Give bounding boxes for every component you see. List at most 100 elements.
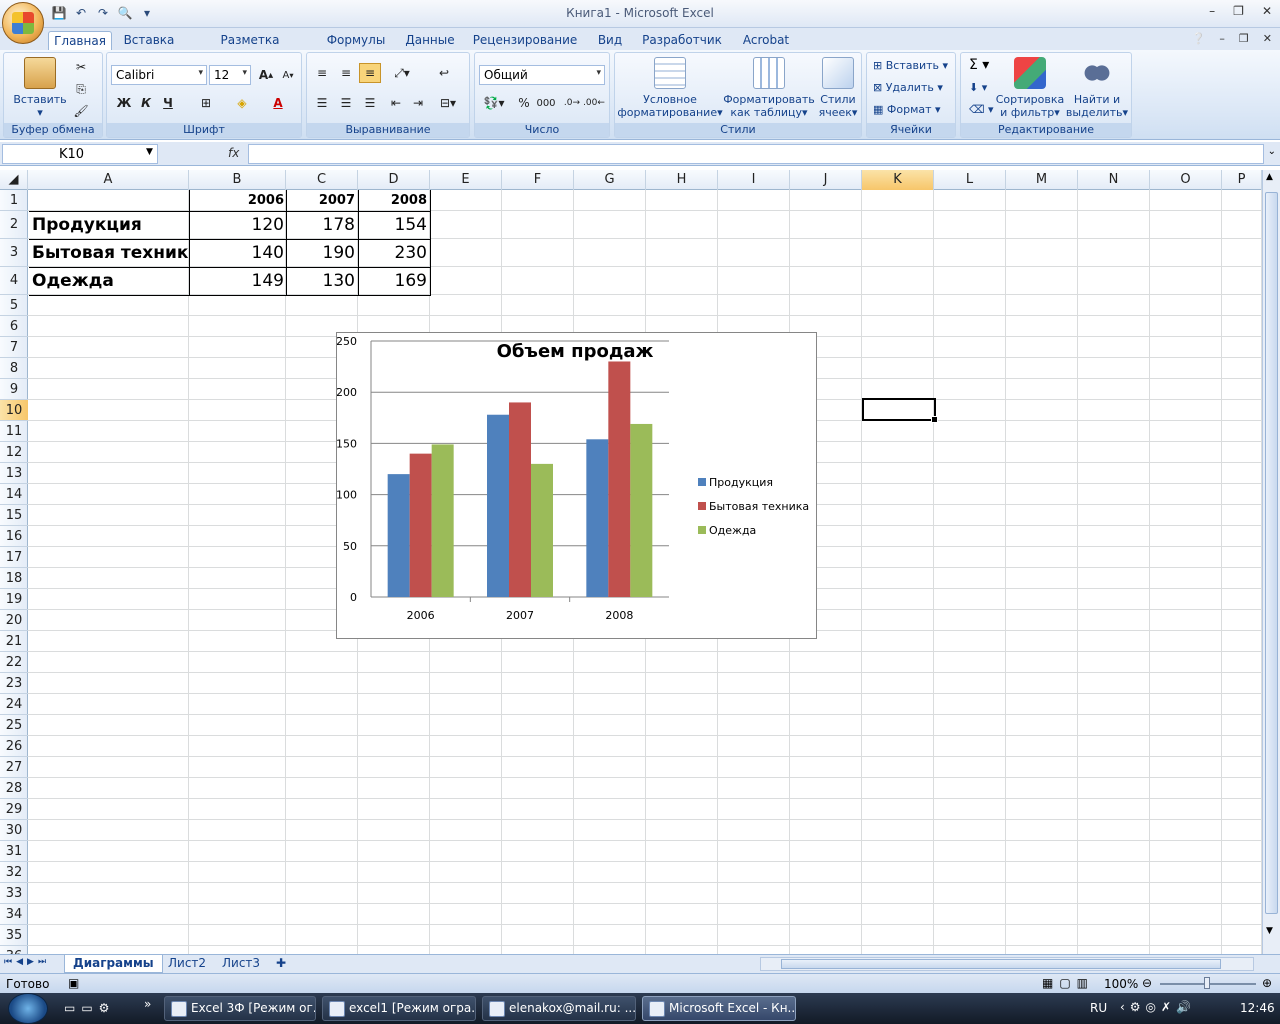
help-icon[interactable]: ❔ (1192, 32, 1206, 45)
align-middle-icon[interactable]: ≡ (335, 63, 357, 83)
row-header-10[interactable]: 10 (0, 400, 28, 421)
column-header-C[interactable]: C (286, 170, 358, 190)
chart-object[interactable]: 0 50 100 150 200 250 2006 2007 2008 Объем продаж П… (336, 332, 817, 639)
row-header-12[interactable]: 12 (0, 442, 28, 463)
tab-insert[interactable]: Вставка (118, 31, 180, 50)
row-header-13[interactable]: 13 (0, 463, 28, 484)
align-left-icon[interactable]: ☰ (311, 93, 333, 113)
insert-function-icon[interactable]: fx (228, 146, 239, 160)
italic-button[interactable]: К (135, 93, 157, 113)
row-header-4[interactable]: 4 (0, 267, 28, 295)
format-as-table-button[interactable]: Форматировать как таблицу▾ (723, 57, 815, 119)
currency-icon[interactable]: 💱▾ (479, 93, 509, 113)
number-format-select[interactable]: Общий (479, 65, 605, 85)
doc-minimize-icon[interactable]: – (1219, 32, 1225, 45)
restore-icon[interactable]: ❐ (1233, 4, 1244, 18)
quick-launch-more-icon[interactable]: » (144, 997, 151, 1011)
sheet-tab-list3[interactable]: Лист3 (214, 955, 268, 973)
column-header-L[interactable]: L (934, 170, 1006, 190)
decrease-indent-icon[interactable]: ⇤ (385, 93, 407, 113)
quick-launch-icons[interactable]: ▭▭⚙ (64, 1001, 115, 1015)
row-header-25[interactable]: 25 (0, 715, 28, 736)
merge-cells-icon[interactable]: ⊟▾ (433, 93, 463, 113)
cell-B4[interactable]: 149 (190, 268, 286, 295)
cell-C4[interactable]: 130 (287, 268, 357, 295)
cell-B1[interactable]: 2006 (190, 190, 286, 211)
align-bottom-icon[interactable]: ≡ (359, 63, 381, 83)
scroll-up-icon[interactable]: ▲ (1266, 172, 1273, 182)
scroll-down-icon[interactable]: ▼ (1266, 926, 1273, 936)
increase-decimal-icon[interactable]: .0→ (561, 93, 583, 113)
tab-review[interactable]: Рецензирование (470, 31, 580, 50)
office-button[interactable] (2, 2, 44, 44)
row-header-7[interactable]: 7 (0, 337, 28, 358)
row-header-26[interactable]: 26 (0, 736, 28, 757)
row-header-17[interactable]: 17 (0, 547, 28, 568)
thousands-button[interactable]: 000 (535, 93, 557, 113)
start-button[interactable] (8, 993, 48, 1024)
macro-record-icon[interactable]: ▣ (68, 976, 79, 990)
cell-D4[interactable]: 169 (359, 268, 429, 295)
row-header-21[interactable]: 21 (0, 631, 28, 652)
active-cell-K10[interactable] (862, 398, 938, 423)
row-header-22[interactable]: 22 (0, 652, 28, 673)
tab-formulas[interactable]: Формулы (322, 31, 390, 50)
row-header-28[interactable]: 28 (0, 778, 28, 799)
cell-A2[interactable]: Продукция (30, 212, 188, 239)
sheet-tab-list2[interactable]: Лист2 (160, 955, 214, 973)
column-header-O[interactable]: O (1150, 170, 1222, 190)
font-color-icon[interactable]: A (267, 93, 289, 113)
column-header-F[interactable]: F (502, 170, 574, 190)
zoom-out-icon[interactable]: ⊖ (1142, 976, 1152, 990)
conditional-formatting-button[interactable]: Условное форматирование▾ (617, 57, 723, 119)
horizontal-scroll-thumb[interactable] (781, 959, 1221, 969)
grow-font-icon[interactable]: A ▴ (255, 65, 277, 85)
column-header-B[interactable]: B (189, 170, 286, 190)
column-header-J[interactable]: J (790, 170, 862, 190)
orientation-icon[interactable]: ⤢▾ (387, 63, 417, 83)
name-box[interactable]: K10 (2, 144, 158, 164)
row-header-14[interactable]: 14 (0, 484, 28, 505)
row-header-20[interactable]: 20 (0, 610, 28, 631)
close-icon[interactable]: ✕ (1262, 4, 1272, 18)
row-header-5[interactable]: 5 (0, 295, 28, 316)
column-header-M[interactable]: M (1006, 170, 1078, 190)
taskbar-item-excel3f[interactable]: Excel 3Ф [Режим ог... (164, 996, 316, 1021)
tab-home[interactable]: Главная (48, 31, 112, 50)
cell-D1[interactable]: 2008 (359, 190, 429, 211)
column-header-G[interactable]: G (574, 170, 646, 190)
row-header-27[interactable]: 27 (0, 757, 28, 778)
underline-button[interactable]: Ч (157, 93, 179, 113)
cell-C1[interactable]: 2007 (287, 190, 357, 211)
delete-cells-button[interactable]: ⊠ Удалить ▾ (873, 81, 943, 94)
row-header-19[interactable]: 19 (0, 589, 28, 610)
tab-data[interactable]: Данные (400, 31, 460, 50)
doc-close-icon[interactable]: ✕ (1263, 32, 1272, 45)
cut-icon[interactable]: ✂ (70, 57, 92, 77)
row-header-3[interactable]: 3 (0, 239, 28, 267)
font-name-select[interactable]: Calibri (111, 65, 207, 85)
column-header-E[interactable]: E (430, 170, 502, 190)
align-top-icon[interactable]: ≡ (311, 63, 333, 83)
find-select-button[interactable]: Найти и выделить▾ (1065, 57, 1129, 119)
tray-icons[interactable]: ‹⚙◎✗🔊 (1120, 1000, 1196, 1014)
fill-color-icon[interactable]: ◈ (231, 93, 253, 113)
expand-formula-icon[interactable]: ⌄ (1268, 146, 1276, 157)
insert-sheet-icon[interactable]: ✚ (268, 955, 294, 973)
horizontal-scrollbar[interactable] (760, 957, 1254, 971)
column-header-H[interactable]: H (646, 170, 718, 190)
wrap-text-icon[interactable]: ↩ (433, 63, 455, 83)
row-header-33[interactable]: 33 (0, 883, 28, 904)
autosum-button[interactable]: Σ ▾ (969, 57, 989, 73)
row-header-18[interactable]: 18 (0, 568, 28, 589)
row-header-30[interactable]: 30 (0, 820, 28, 841)
row-header-1[interactable]: 1 (0, 190, 28, 211)
row-header-36[interactable]: 36 (0, 946, 28, 954)
tab-acrobat[interactable]: Acrobat (736, 31, 796, 50)
column-header-D[interactable]: D (358, 170, 430, 190)
row-header-29[interactable]: 29 (0, 799, 28, 820)
row-header-34[interactable]: 34 (0, 904, 28, 925)
copy-icon[interactable]: ⎘ (70, 79, 92, 99)
tab-page-layout[interactable]: Разметка страницы (190, 31, 310, 61)
formula-input[interactable] (248, 144, 1264, 164)
